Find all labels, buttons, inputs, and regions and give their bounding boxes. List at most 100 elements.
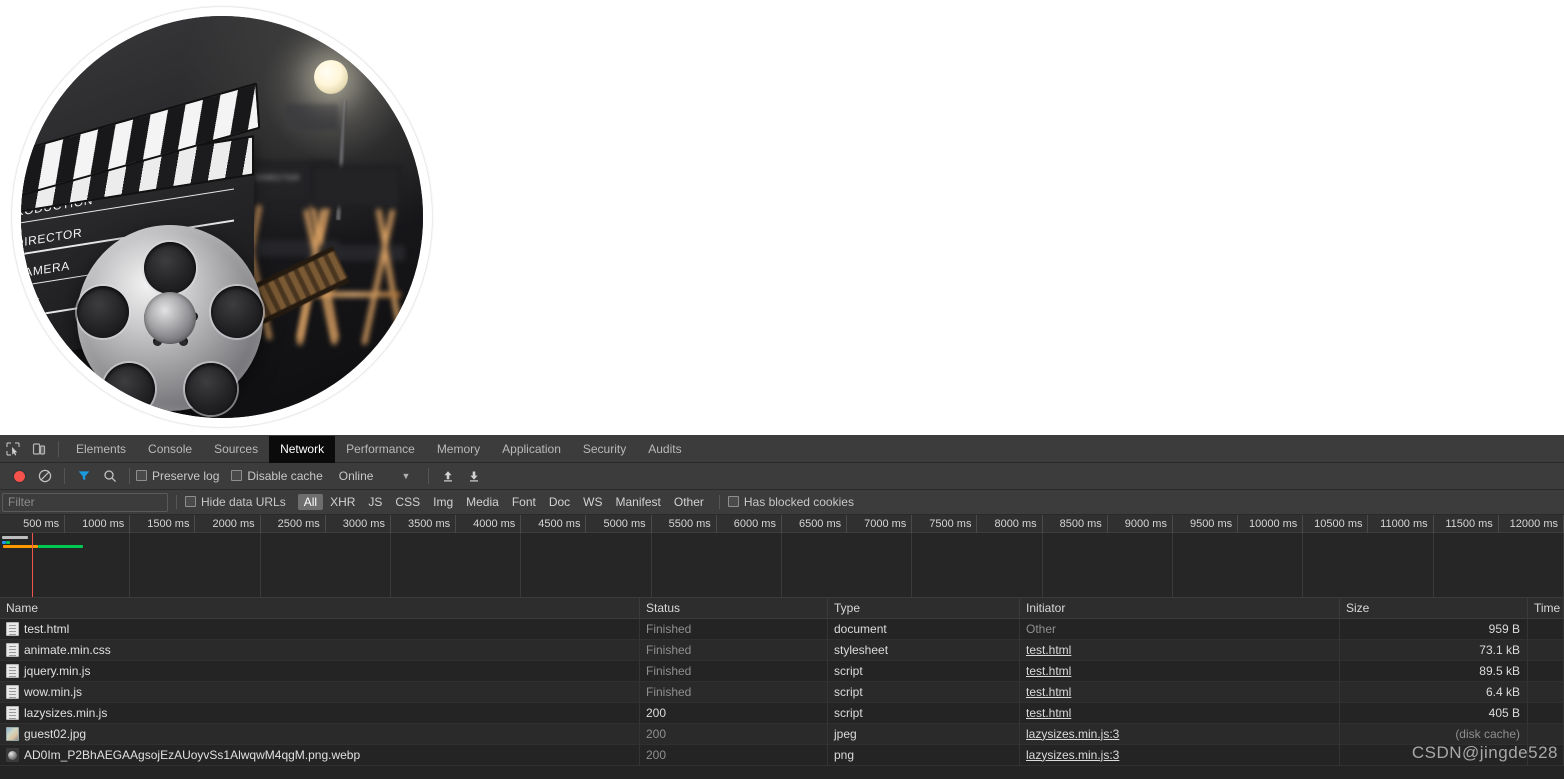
initiator-link[interactable]: lazysizes.min.js:3 (1026, 748, 1119, 762)
timeline-tick: 3000 ms (326, 515, 391, 533)
column-header-size[interactable]: Size (1340, 598, 1528, 619)
tab-audits[interactable]: Audits (637, 436, 692, 463)
has-blocked-cookies-checkbox[interactable]: Has blocked cookies (727, 495, 854, 509)
tab-performance[interactable]: Performance (335, 436, 426, 463)
table-body: test.html Finished document Other 959 Banima… (0, 618, 1564, 766)
cell-size: 89.5 kB (1340, 660, 1528, 682)
chevron-down-icon[interactable]: ▼ (401, 471, 410, 481)
export-har-icon[interactable] (461, 463, 487, 489)
cell-initiator: test.html (1020, 660, 1340, 682)
timeline-tick: 9500 ms (1173, 515, 1239, 533)
network-overview[interactable]: 500 ms 1000 ms 1500 ms 2000 ms 2500 ms 3000 m… (0, 515, 1564, 598)
image-icon (6, 727, 19, 741)
initiator-link[interactable]: test.html (1026, 664, 1071, 678)
initiator-link[interactable]: test.html (1026, 685, 1071, 699)
cell-name: wow.min.js (0, 681, 640, 703)
disable-cache-label: Disable cache (247, 469, 323, 483)
chair-backrest (311, 164, 401, 209)
toolbar-divider (64, 468, 65, 484)
column-header-type[interactable]: Type (828, 598, 1020, 619)
tab-console[interactable]: Console (137, 436, 203, 463)
filter-type-font[interactable]: Font (506, 494, 542, 510)
filter-type-ws[interactable]: WS (577, 494, 608, 510)
cell-initiator: lazysizes.min.js:3 (1020, 723, 1340, 745)
filter-type-xhr[interactable]: XHR (324, 494, 361, 510)
filter-type-img[interactable]: Img (427, 494, 459, 510)
filter-type-other[interactable]: Other (668, 494, 710, 510)
tab-memory[interactable]: Memory (426, 436, 491, 463)
cell-status: 200 (640, 723, 828, 745)
timeline-overview-body[interactable] (0, 533, 1564, 597)
table-row[interactable]: lazysizes.min.js 200 script test.html 405 B (0, 702, 1564, 724)
document-icon (6, 685, 19, 699)
document-icon (6, 643, 19, 657)
filter-type-all[interactable]: All (297, 494, 324, 510)
tab-elements[interactable]: Elements (65, 436, 137, 463)
column-header-initiator[interactable]: Initiator (1020, 598, 1340, 619)
tab-sources[interactable]: Sources (203, 436, 269, 463)
table-row[interactable]: test.html Finished document Other 959 B (0, 618, 1564, 640)
document-icon (6, 664, 19, 678)
column-header-status[interactable]: Status (640, 598, 828, 619)
timeline-tick: 4000 ms (456, 515, 522, 533)
request-name: jquery.min.js (24, 663, 91, 678)
timeline-gridline (1302, 533, 1304, 597)
device-toolbar-icon[interactable] (26, 436, 52, 462)
record-button[interactable] (6, 463, 32, 489)
filter-type-css[interactable]: CSS (389, 494, 426, 510)
hero-circular-image: DIRECTOR DIRECTOR CAMERA DAT (12, 7, 432, 427)
cell-time (1528, 681, 1564, 703)
preserve-log-label: Preserve log (152, 469, 220, 483)
timeline-tick: 6000 ms (717, 515, 782, 533)
timeline-tick: 11000 ms (1369, 515, 1434, 533)
column-header-time[interactable]: Time (1528, 598, 1564, 619)
table-row[interactable]: AD0Im_P2BhAEGAAgsojEzAUoyvSs1AlwqwM4qgM.… (0, 744, 1564, 766)
tab-security[interactable]: Security (572, 436, 637, 463)
filter-button[interactable] (71, 463, 97, 489)
search-button[interactable] (97, 463, 123, 489)
inspect-element-icon[interactable] (0, 436, 26, 462)
filter-type-manifest[interactable]: Manifest (610, 494, 667, 510)
cell-time (1528, 618, 1564, 640)
cell-size: 405 B (1340, 702, 1528, 724)
timeline-tick: 5500 ms (652, 515, 717, 533)
cell-time (1528, 639, 1564, 661)
filter-input[interactable] (2, 492, 168, 512)
timeline-gridline (911, 533, 913, 597)
table-row[interactable]: guest02.jpg 200 jpeg lazysizes.min.js:3 (dis… (0, 723, 1564, 745)
tab-application[interactable]: Application (491, 436, 572, 463)
timeline-gridline (1041, 533, 1043, 597)
throttling-select[interactable]: Online (339, 469, 374, 483)
cell-type: script (828, 660, 1020, 682)
timeline-tick: 8500 ms (1043, 515, 1108, 533)
cell-size (1340, 744, 1528, 766)
devtools-panel: Elements Console Sources Network Perform… (0, 435, 1564, 779)
cell-initiator: lazysizes.min.js:3 (1020, 744, 1340, 766)
timeline-tick: 5000 ms (587, 515, 652, 533)
disable-cache-checkbox[interactable]: Disable cache (231, 469, 323, 483)
cell-type: jpeg (828, 723, 1020, 745)
tab-network[interactable]: Network (269, 435, 336, 463)
cell-time (1528, 702, 1564, 724)
initiator-link[interactable]: test.html (1026, 706, 1071, 720)
timeline-tick: 4500 ms (521, 515, 587, 533)
clear-button[interactable] (32, 463, 58, 489)
filter-type-media[interactable]: Media (460, 494, 505, 510)
initiator-link[interactable]: lazysizes.min.js:3 (1026, 727, 1119, 741)
import-har-icon[interactable] (435, 463, 461, 489)
initiator-link[interactable]: test.html (1026, 643, 1071, 657)
cell-initiator: test.html (1020, 681, 1340, 703)
table-row[interactable]: jquery.min.js Finished script test.html 89.5… (0, 660, 1564, 682)
table-row[interactable]: wow.min.js Finished script test.html 6.4 kB (0, 681, 1564, 703)
document-icon (6, 706, 19, 720)
preserve-log-checkbox[interactable]: Preserve log (136, 469, 219, 483)
reel-pin (179, 336, 189, 346)
filter-type-doc[interactable]: Doc (543, 494, 576, 510)
column-header-name[interactable]: Name (0, 598, 640, 619)
cell-initiator: test.html (1020, 702, 1340, 724)
timeline-tick: 10000 ms (1238, 515, 1304, 533)
table-row[interactable]: animate.min.css Finished stylesheet test.ht… (0, 639, 1564, 661)
reel-pin (166, 295, 176, 305)
filter-type-js[interactable]: JS (362, 494, 388, 510)
hide-data-urls-checkbox[interactable]: Hide data URLs (185, 495, 286, 509)
